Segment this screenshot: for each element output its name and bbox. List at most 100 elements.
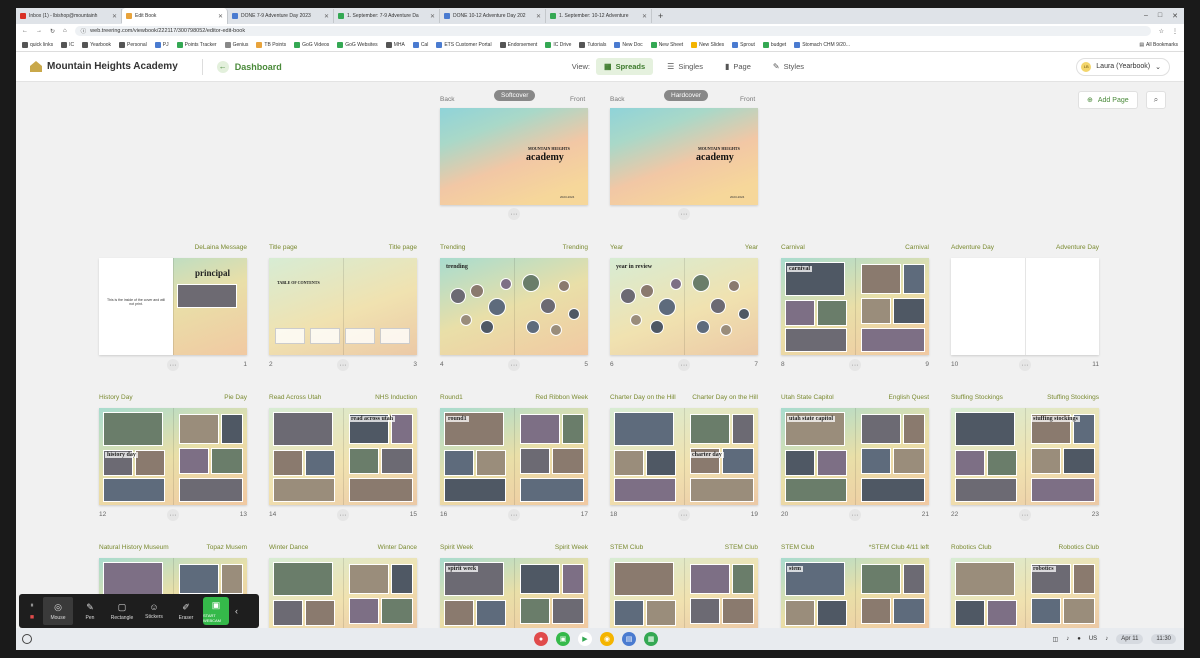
close-tab-icon[interactable]: ✕: [324, 13, 329, 20]
close-tab-icon[interactable]: ✕: [536, 13, 541, 20]
browser-tab[interactable]: DONE 7-9 Adventure Day 2023 ✕: [228, 9, 334, 23]
browser-tab[interactable]: Edit Book ✕: [122, 8, 228, 24]
files-icon[interactable]: ▤: [622, 632, 636, 646]
screen-record-icon[interactable]: ◫: [1053, 636, 1059, 643]
spread-thumbnail[interactable]: charter day: [610, 408, 758, 505]
spread-thumbnail[interactable]: [951, 258, 1099, 355]
bookmark-item[interactable]: New Doc: [614, 41, 643, 48]
bookmark-item[interactable]: New Slides: [691, 41, 724, 48]
spread-options-icon[interactable]: ···: [337, 509, 349, 521]
site-info-icon[interactable]: ⓘ: [81, 27, 87, 35]
play-store-icon[interactable]: ▶: [578, 632, 592, 646]
forward-arrow-icon[interactable]: →: [36, 28, 42, 34]
app-icon-2[interactable]: ▣: [556, 632, 570, 646]
browser-tab[interactable]: 1. September: 10-12 Adventure ✕: [546, 9, 652, 23]
bookmark-item[interactable]: Sprout: [732, 41, 755, 48]
spread-options-icon[interactable]: ···: [167, 359, 179, 371]
view-page-button[interactable]: ▮ Page: [717, 58, 759, 75]
date[interactable]: Apr 11: [1116, 634, 1144, 644]
drag-handle[interactable]: ⏸ ■: [23, 602, 41, 621]
close-window-icon[interactable]: ✕: [1172, 12, 1178, 20]
minimize-icon[interactable]: –: [1144, 12, 1148, 20]
spread-options-icon[interactable]: ···: [1019, 359, 1031, 371]
browser-tab[interactable]: DONE 10-12 Adventure Day 202 ✕: [440, 9, 546, 23]
bookmark-item[interactable]: Genius: [224, 41, 248, 48]
spread-thumbnail[interactable]: This is the inside of the cover and will…: [99, 258, 247, 355]
spread-thumbnail[interactable]: utah state capitol: [781, 408, 929, 505]
spread-thumbnail[interactable]: history day: [99, 408, 247, 505]
sheets-icon[interactable]: ▦: [644, 632, 658, 646]
cover-options-icon[interactable]: ···: [508, 208, 520, 220]
close-tab-icon[interactable]: ✕: [430, 13, 435, 20]
pause-icon[interactable]: ⏸: [30, 602, 34, 610]
spread-thumbnail[interactable]: [610, 558, 758, 628]
bookmark-item[interactable]: Personal: [119, 41, 147, 48]
clock[interactable]: 11:30: [1151, 634, 1176, 644]
cover-thumbnail[interactable]: MOUNTAIN HEIGHTS academy 2023-2024: [610, 108, 758, 205]
url-field[interactable]: ⓘ web.treering.com/viewbook/222117/30079…: [74, 26, 1151, 36]
chevron-left-icon[interactable]: ‹: [235, 606, 238, 616]
bookmark-item[interactable]: IC: [61, 41, 74, 48]
school-logo[interactable]: Mountain Heights Academy: [30, 61, 178, 72]
stop-record-icon[interactable]: ●: [1077, 636, 1081, 642]
cover-thumbnail[interactable]: MOUNTAIN HEIGHTS academy 2023-2024: [440, 108, 588, 205]
bookmark-item[interactable]: New Sheet: [650, 41, 683, 48]
bookmark-item[interactable]: quick links: [22, 41, 53, 48]
bookmark-item[interactable]: Yearbook: [82, 41, 111, 48]
bookmark-item[interactable]: Stomach CHM 9/20...: [794, 41, 850, 48]
spread-thumbnail[interactable]: robotics: [951, 558, 1099, 628]
all-bookmarks[interactable]: ▤ All Bookmarks: [1139, 42, 1178, 48]
user-menu[interactable]: LB Laura (Yearbook) ⌄: [1076, 57, 1170, 76]
spread-thumbnail[interactable]: stem: [781, 558, 929, 628]
stickers-tool-button[interactable]: ☺ Stickers: [139, 597, 169, 625]
locale[interactable]: US: [1089, 636, 1097, 642]
close-tab-icon[interactable]: ✕: [218, 13, 223, 20]
spread-options-icon[interactable]: ···: [678, 509, 690, 521]
maximize-icon[interactable]: □: [1158, 12, 1162, 20]
dashboard-link[interactable]: ← Dashboard: [216, 60, 282, 73]
spread-options-icon[interactable]: ···: [508, 509, 520, 521]
spread-thumbnail[interactable]: [269, 558, 417, 628]
spread-thumbnail[interactable]: year in review: [610, 258, 758, 355]
bookmark-item[interactable]: budget: [762, 41, 786, 48]
view-singles-button[interactable]: ☰ Singles: [659, 58, 711, 75]
new-tab-button[interactable]: +: [652, 11, 669, 21]
bookmark-item[interactable]: Points Tracker: [176, 41, 217, 48]
spread-options-icon[interactable]: ···: [337, 359, 349, 371]
spread-options-icon[interactable]: ···: [167, 509, 179, 521]
view-styles-button[interactable]: ✎ Styles: [765, 58, 812, 75]
eraser-tool-button[interactable]: ✐ Eraser: [171, 597, 201, 625]
spread-thumbnail[interactable]: TABLE OF CONTENTS: [269, 258, 417, 355]
spread-options-icon[interactable]: ···: [849, 359, 861, 371]
bookmark-item[interactable]: ETS Customer Portal: [436, 41, 492, 48]
app-icon-1[interactable]: ●: [534, 632, 548, 646]
bookmark-item[interactable]: GoG Websites: [337, 41, 378, 48]
mic-icon[interactable]: ♪: [1066, 636, 1069, 642]
mouse-tool-button[interactable]: ◎ Mouse: [43, 597, 73, 625]
star-icon[interactable]: ☆: [1159, 28, 1164, 35]
bookmark-item[interactable]: MHA: [385, 41, 405, 48]
spread-thumbnail[interactable]: stuffing stockings: [951, 408, 1099, 505]
close-tab-icon[interactable]: ✕: [642, 13, 647, 20]
add-page-button[interactable]: ⊕ Add Page: [1078, 91, 1138, 109]
spread-thumbnail[interactable]: spirit week: [440, 558, 588, 628]
launcher-icon[interactable]: [22, 634, 32, 644]
extensions-icon[interactable]: ⋮: [1172, 28, 1178, 35]
spread-thumbnail[interactable]: read across utah: [269, 408, 417, 505]
spread-options-icon[interactable]: ···: [1019, 509, 1031, 521]
bookmark-item[interactable]: IC Drive: [545, 41, 571, 48]
spread-thumbnail[interactable]: trending: [440, 258, 588, 355]
zoom-button[interactable]: ⌕: [1146, 91, 1166, 109]
book-canvas[interactable]: ⊕ Add Page ⌕ Softcover Back Front MOUNTAIN …: [16, 82, 1184, 628]
spread-options-icon[interactable]: ···: [678, 359, 690, 371]
spread-options-icon[interactable]: ···: [508, 359, 520, 371]
mic-status-icon[interactable]: ♪: [1105, 636, 1108, 642]
browser-tab[interactable]: 1. September: 7-9 Adventure Da ✕: [334, 9, 440, 23]
bookmark-item[interactable]: TB Points: [256, 41, 286, 48]
chrome-icon[interactable]: ◉: [600, 632, 614, 646]
stop-icon[interactable]: ■: [30, 614, 34, 621]
bookmark-item[interactable]: PJ: [154, 41, 169, 48]
cover-options-icon[interactable]: ···: [678, 208, 690, 220]
bookmark-item[interactable]: Tutorials: [579, 41, 606, 48]
browser-tab[interactable]: Inbox (1) - lbishop@mountainh ✕: [16, 9, 122, 23]
